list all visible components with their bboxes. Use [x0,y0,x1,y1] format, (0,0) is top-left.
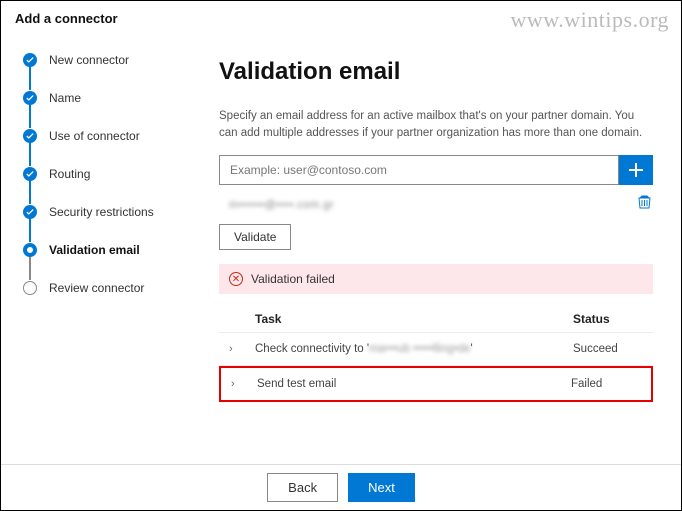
task-cell: Send test email [257,378,571,390]
page-header: Add a connector [1,1,681,34]
wizard-step-label: Name [49,91,81,105]
wizard-step[interactable]: Security restrictions [23,204,191,220]
highlighted-row-frame: ›Send test emailFailed [219,366,653,402]
page-description: Specify an email address for an active m… [219,108,653,141]
row-frame: ›Check connectivity to 'ma•••ub •••••lli… [219,333,653,366]
wizard-footer: Back Next [1,464,681,510]
table-row[interactable]: ›Check connectivity to 'ma•••ub •••••lli… [219,333,653,366]
check-icon [23,129,37,143]
check-icon [23,167,37,181]
check-icon [23,91,37,105]
added-email-text: m••••••@••••.com.gr [229,199,334,211]
validate-button[interactable]: Validate [219,224,291,250]
wizard-step[interactable]: Validation email [23,242,191,258]
status-column-header: Status [573,312,643,326]
chevron-right-icon: › [229,343,255,355]
email-input[interactable] [219,155,619,185]
alert-text: Validation failed [251,272,335,286]
current-step-icon [23,243,37,257]
wizard-sidebar: New connector Name Use of connector Routing… [1,34,201,464]
wizard-step-label: Security restrictions [49,205,154,219]
task-table-body: ›Check connectivity to 'ma•••ub •••••lli… [219,333,653,402]
wizard-step-label: New connector [49,53,129,67]
plus-icon [629,163,643,177]
check-icon [23,53,37,67]
wizard-step[interactable]: Review connector [23,280,191,296]
back-button[interactable]: Back [267,473,338,502]
task-cell: Check connectivity to 'ma•••ub •••••llin… [255,343,573,355]
wizard-step[interactable]: Use of connector [23,128,191,144]
delete-email-button[interactable] [638,195,651,214]
body: New connector Name Use of connector Routing… [1,34,681,464]
added-email-row: m••••••@••••.com.gr [219,193,653,224]
task-table-header: Task Status [219,306,653,333]
page-title: Validation email [219,58,653,86]
email-input-row [219,155,653,185]
wizard-step[interactable]: Name [23,90,191,106]
check-icon [23,205,37,219]
trash-icon [638,195,651,209]
wizard-step-label: Review connector [49,281,144,295]
window: www.wintips.org Add a connector New conn… [0,0,682,511]
status-cell: Succeed [573,343,643,355]
pending-step-icon [23,281,37,295]
wizard-step[interactable]: Routing [23,166,191,182]
error-icon: ✕ [229,272,243,286]
validation-alert: ✕ Validation failed [219,264,653,294]
wizard-step-label: Validation email [49,243,140,257]
header-title: Add a connector [15,11,118,26]
wizard-step-label: Routing [49,167,90,181]
wizard-step-label: Use of connector [49,129,140,143]
main-panel: Validation email Specify an email addres… [201,34,681,464]
status-cell: Failed [571,378,641,390]
table-row[interactable]: ›Send test emailFailed [221,368,651,400]
task-column-header: Task [255,312,573,326]
chevron-right-icon: › [231,378,257,390]
wizard-step[interactable]: New connector [23,52,191,68]
add-email-button[interactable] [619,155,653,185]
wizard-steps: New connector Name Use of connector Routing… [23,52,191,296]
next-button[interactable]: Next [348,473,415,502]
